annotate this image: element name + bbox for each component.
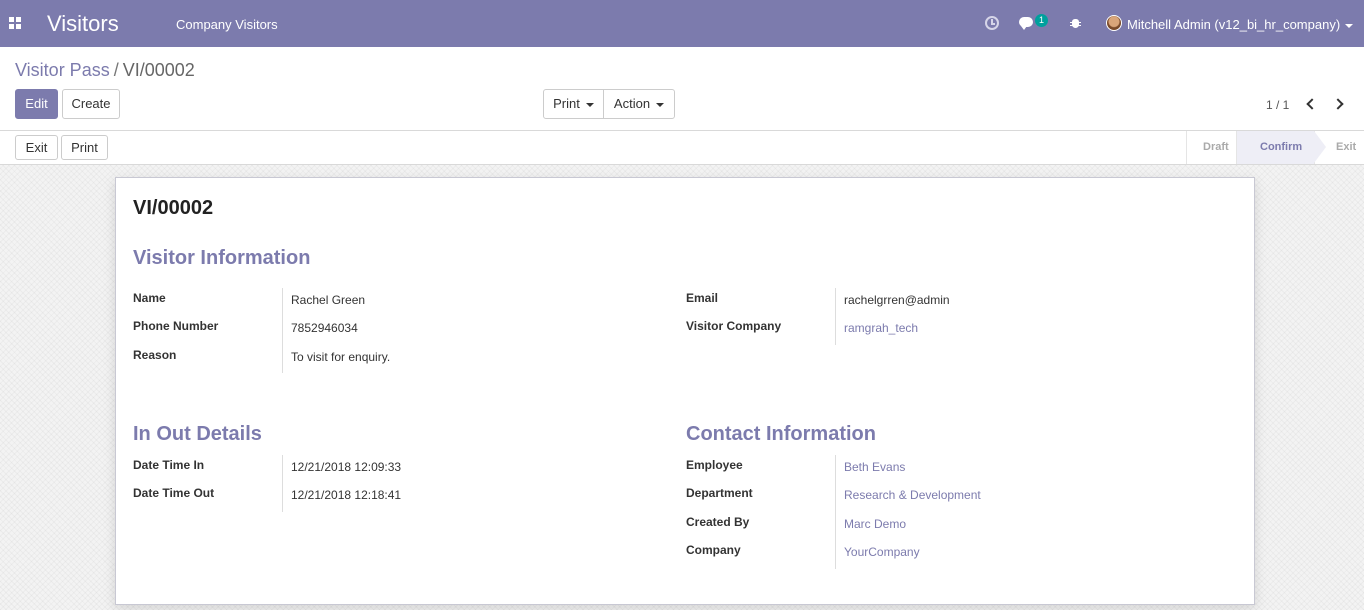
form-sheet: VI/00002 Visitor Information Name Rachel… <box>115 177 1255 605</box>
pager-next-icon[interactable] <box>1332 97 1346 111</box>
date-time-out-label: Date Time Out <box>133 486 215 500</box>
record-name: VI/00002 <box>133 197 214 219</box>
pager-previous-icon[interactable] <box>1304 97 1318 111</box>
name-value: Rachel Green <box>291 293 366 307</box>
phone-label: Phone Number <box>133 319 219 333</box>
action-dropdown-label: Action <box>613 96 651 111</box>
caret-down-icon <box>1345 23 1354 28</box>
debug-bug-icon[interactable] <box>1070 17 1081 29</box>
visitor-company-link[interactable]: ramgrah_tech <box>844 321 918 335</box>
chat-icon[interactable] <box>1019 17 1033 30</box>
stage-draft[interactable]: Draft <box>1186 131 1236 164</box>
field-divider <box>282 455 283 512</box>
phone-value: 7852946034 <box>291 321 358 335</box>
edit-button[interactable]: Edit <box>15 89 58 119</box>
breadcrumb-visitor-pass[interactable]: Visitor Pass <box>15 60 110 80</box>
field-divider <box>835 455 836 569</box>
print-dropdown-label: Print <box>553 96 580 111</box>
print-dropdown[interactable]: Print <box>543 89 604 119</box>
email-label: Email <box>686 291 719 305</box>
caret-down-icon <box>585 102 594 107</box>
form-statusbar: Exit Print Draft Confirm Exit <box>0 131 1364 165</box>
chat-count-badge: 1 <box>1035 14 1049 27</box>
breadcrumb-separator: / <box>113 60 119 80</box>
stage-confirm[interactable]: Confirm <box>1236 131 1326 164</box>
reason-label: Reason <box>133 348 177 362</box>
create-button[interactable]: Create <box>62 89 120 119</box>
field-divider <box>282 288 283 373</box>
department-label: Department <box>686 486 753 500</box>
pager-value[interactable]: 1 / 1 <box>1266 98 1289 112</box>
breadcrumb: Visitor Pass / VI/00002 <box>15 60 195 81</box>
created-by-link[interactable]: Marc Demo <box>844 517 906 531</box>
field-divider <box>835 288 836 345</box>
action-dropdown[interactable]: Action <box>603 89 675 119</box>
date-time-in-value: 12/21/2018 12:09:33 <box>291 460 402 474</box>
name-label: Name <box>133 291 166 305</box>
control-panel: Visitor Pass / VI/00002 Edit Create Print … <box>0 47 1364 131</box>
user-menu[interactable]: Mitchell Admin (v12_bi_hr_company) <box>1127 17 1354 32</box>
employee-label: Employee <box>686 458 743 472</box>
visitor-company-label: Visitor Company <box>686 319 782 333</box>
caret-down-icon <box>656 102 665 107</box>
apps-menu-icon[interactable] <box>9 17 21 29</box>
company-label: Company <box>686 543 741 557</box>
date-time-out-value: 12/21/2018 12:18:41 <box>291 488 402 502</box>
created-by-label: Created By <box>686 515 750 529</box>
email-value: rachelgrren@admin <box>844 293 950 307</box>
visitor-information-title: Visitor Information <box>133 247 311 269</box>
company-link[interactable]: YourCompany <box>844 545 920 559</box>
activity-clock-icon[interactable] <box>985 16 999 30</box>
user-name: Mitchell Admin (v12_bi_hr_company) <box>1127 17 1341 32</box>
breadcrumb-current: VI/00002 <box>122 60 195 80</box>
exit-button[interactable]: Exit <box>15 135 58 160</box>
in-out-details-title: In Out Details <box>133 423 262 445</box>
contact-information-title: Contact Information <box>686 423 876 445</box>
reason-value: To visit for enquiry. <box>291 350 391 364</box>
app-title: Visitors <box>47 11 119 36</box>
status-stages: Draft Confirm Exit <box>1186 131 1364 164</box>
print-button[interactable]: Print <box>61 135 108 160</box>
department-link[interactable]: Research & Development <box>844 488 981 502</box>
date-time-in-label: Date Time In <box>133 458 205 472</box>
top-navbar: Visitors Company Visitors 1 Mitchell Adm… <box>0 0 1364 47</box>
employee-link[interactable]: Beth Evans <box>844 460 905 474</box>
user-avatar[interactable] <box>1106 15 1122 31</box>
menu-company-visitors[interactable]: Company Visitors <box>176 17 278 32</box>
